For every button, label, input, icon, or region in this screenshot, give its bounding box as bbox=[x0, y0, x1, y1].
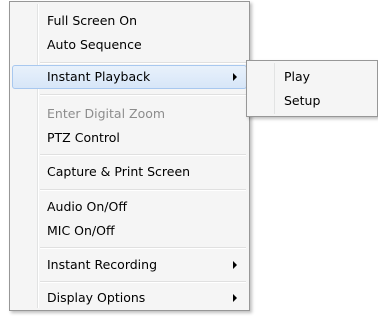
submenu-arrow-icon bbox=[233, 261, 237, 269]
menu-separator bbox=[40, 154, 246, 156]
menu-item-label: Auto Sequence bbox=[47, 37, 142, 52]
submenu-item-play[interactable]: Play bbox=[249, 65, 375, 89]
menu-item-label: MIC On/Off bbox=[47, 223, 115, 238]
menu-item-label: Instant Recording bbox=[47, 257, 157, 272]
menu-separator bbox=[40, 281, 246, 283]
menu-item-full-screen-on[interactable]: Full Screen On bbox=[12, 9, 247, 33]
menu-item-instant-playback[interactable]: Instant Playback bbox=[12, 65, 247, 89]
submenu-arrow-icon bbox=[233, 73, 237, 81]
menu-separator bbox=[40, 94, 246, 96]
menu-item-auto-sequence[interactable]: Auto Sequence bbox=[12, 33, 247, 57]
menu-item-label: Audio On/Off bbox=[47, 199, 127, 214]
menu-item-capture-print-screen[interactable]: Capture & Print Screen bbox=[12, 160, 247, 184]
submenu-item-label: Play bbox=[284, 69, 311, 84]
menu-item-label: Full Screen On bbox=[47, 13, 138, 28]
instant-playback-submenu: Play Setup bbox=[246, 60, 378, 117]
menu-item-label: PTZ Control bbox=[47, 130, 120, 145]
menu-item-audio-on-off[interactable]: Audio On/Off bbox=[12, 195, 247, 219]
submenu-item-setup[interactable]: Setup bbox=[249, 89, 375, 113]
context-menu: Full Screen On Auto Sequence Instant Pla… bbox=[9, 1, 250, 311]
menu-item-ptz-control[interactable]: PTZ Control bbox=[12, 126, 247, 150]
submenu-arrow-icon bbox=[233, 294, 237, 302]
menu-item-enter-digital-zoom: Enter Digital Zoom bbox=[12, 102, 247, 126]
submenu-item-label: Setup bbox=[284, 93, 321, 108]
menu-separator bbox=[40, 189, 246, 191]
menu-item-display-options[interactable]: Display Options bbox=[12, 286, 247, 310]
menu-item-instant-recording[interactable]: Instant Recording bbox=[12, 253, 247, 277]
menu-separator bbox=[40, 62, 246, 64]
menu-item-label: Display Options bbox=[47, 290, 146, 305]
menu-item-label: Capture & Print Screen bbox=[47, 164, 191, 179]
menu-item-mic-on-off[interactable]: MIC On/Off bbox=[12, 219, 247, 243]
menu-item-label: Instant Playback bbox=[47, 69, 151, 84]
menu-separator bbox=[40, 247, 246, 249]
menu-item-label: Enter Digital Zoom bbox=[47, 106, 166, 121]
